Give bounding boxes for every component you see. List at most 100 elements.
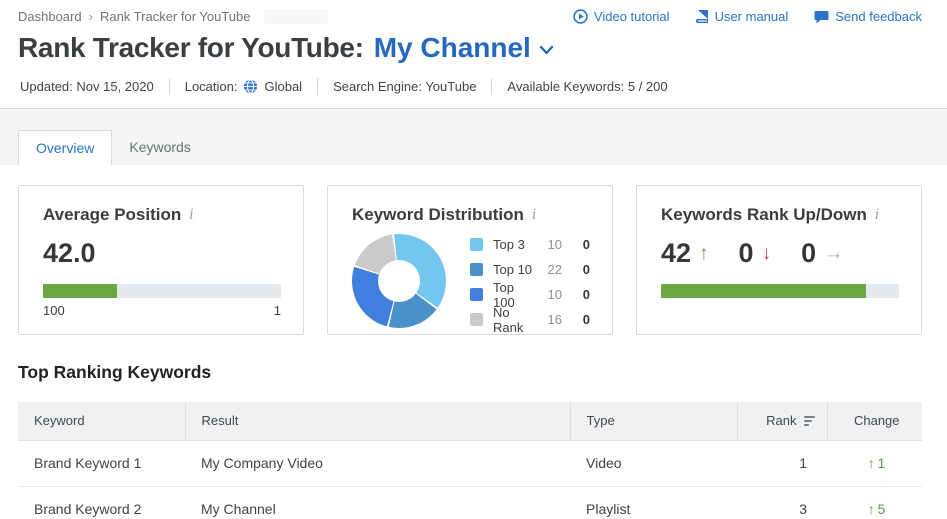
cell-keyword: Brand Keyword 2 xyxy=(18,486,185,519)
keyword-distribution-donut-chart[interactable] xyxy=(352,234,446,328)
average-position-bar-fill xyxy=(43,284,117,298)
cell-change: ↑ 1 xyxy=(827,440,922,486)
donut-legend: Top 3100Top 10220Top 100100No Rank160 xyxy=(470,232,590,332)
user-manual-link-label: User manual xyxy=(715,9,789,24)
table-body: Brand Keyword 1My Company VideoVideo 1↑ 1… xyxy=(18,440,922,519)
search-engine: Search Engine: YouTube xyxy=(333,79,476,94)
card-title: Keywords Rank Up/Down xyxy=(661,205,867,225)
column-header-type[interactable]: Type xyxy=(570,402,737,440)
average-position-value: 42.0 xyxy=(43,238,281,269)
globe-icon xyxy=(243,79,258,94)
card-title: Keyword Distribution xyxy=(352,205,524,225)
table-header-row: KeywordResultType Rank Change xyxy=(18,402,922,440)
right-arrow-icon: → xyxy=(824,243,843,265)
speech-bubble-icon xyxy=(814,10,829,24)
cell-result[interactable]: My Company Video xyxy=(185,440,570,486)
breadcrumb-item-rank-tracker-for-youtube[interactable]: Rank Tracker for YouTube xyxy=(100,9,251,24)
video-tutorial-link-label: Video tutorial xyxy=(594,9,670,24)
tab-keywords[interactable]: Keywords xyxy=(112,130,207,165)
legend-label: Top 3 xyxy=(493,237,536,252)
legend-swatch xyxy=(470,288,483,301)
info-icon[interactable]: i xyxy=(875,207,879,223)
channel-name: My Channel xyxy=(374,32,531,64)
info-icon[interactable]: i xyxy=(532,207,536,223)
legend-row-top-100[interactable]: Top 100100 xyxy=(470,282,590,307)
table-row[interactable]: Brand Keyword 2My ChannelPlaylist3↑ 5 xyxy=(18,486,922,519)
stat-value: 0 xyxy=(739,238,754,269)
cell-rank: 3 xyxy=(737,486,827,519)
play-circle-icon xyxy=(573,9,588,24)
average-position-bar xyxy=(43,284,281,298)
section-title: Top Ranking Keywords xyxy=(18,362,947,383)
legend-change-value: 0 xyxy=(578,312,590,327)
legend-change-value: 0 xyxy=(578,237,590,252)
column-header-change[interactable]: Change xyxy=(827,402,922,440)
info-icon[interactable]: i xyxy=(189,207,193,223)
cell-keyword: Brand Keyword 1 xyxy=(18,440,185,486)
video-tutorial-link[interactable]: Video tutorial xyxy=(573,9,670,24)
table-row[interactable]: Brand Keyword 1My Company VideoVideo 1↑ 1 xyxy=(18,440,922,486)
breadcrumb: Dashboard › Rank Tracker for YouTube xyxy=(18,9,328,24)
card-title: Average Position xyxy=(43,205,181,225)
legend-row-top-3[interactable]: Top 310 0 xyxy=(470,232,590,257)
scale-max: 1 xyxy=(274,303,281,318)
user-manual-link[interactable]: User manual xyxy=(696,9,789,24)
divider xyxy=(317,78,318,95)
column-header-keyword[interactable]: Keyword xyxy=(18,402,185,440)
summary-cards: Average Position i 42.0 100 1 Keyword Di… xyxy=(18,185,922,335)
title-row: Rank Tracker for YouTube: My Channel xyxy=(0,24,947,64)
legend-value: 10 xyxy=(536,237,562,252)
send-feedback-link[interactable]: Send feedback xyxy=(814,9,922,24)
stat-down: 0↓ xyxy=(739,238,772,269)
divider xyxy=(491,78,492,95)
cell-result[interactable]: My Channel xyxy=(185,486,570,519)
page-title: Rank Tracker for YouTube: xyxy=(18,32,364,64)
average-position-card: Average Position i 42.0 100 1 xyxy=(18,185,304,335)
up-arrow-icon: ↑ xyxy=(868,501,875,517)
book-icon xyxy=(696,9,709,24)
tab-overview[interactable]: Overview xyxy=(18,130,112,165)
cell-change: ↑ 5 xyxy=(827,486,922,519)
legend-swatch xyxy=(470,313,483,326)
meta-row: Updated: Nov 15, 2020 Location: Global S… xyxy=(0,64,947,95)
breadcrumb-separator: › xyxy=(89,9,93,24)
down-arrow-icon: ↓ xyxy=(762,243,772,265)
legend-change-value: 0 xyxy=(578,262,590,277)
legend-label: Top 10 xyxy=(493,262,536,277)
column-header-result[interactable]: Result xyxy=(185,402,570,440)
column-header-label: Rank xyxy=(766,413,796,428)
column-header-rank[interactable]: Rank xyxy=(737,402,827,440)
rank-change-stats: 42↑0↓0→ xyxy=(661,238,899,269)
legend-swatch xyxy=(470,238,483,251)
cell-type: Playlist xyxy=(570,486,737,519)
rank-header-inner: Rank xyxy=(766,413,814,428)
legend-value: 22 xyxy=(536,262,562,277)
legend-row-no-rank[interactable]: No Rank160 xyxy=(470,307,590,332)
updated-date: Updated: Nov 15, 2020 xyxy=(20,79,154,94)
stat-up: 42↑ xyxy=(661,238,709,269)
rank-tracker-page: Dashboard › Rank Tracker for YouTube Video… xyxy=(0,0,947,519)
send-feedback-link-label: Send feedback xyxy=(835,9,922,24)
legend-row-top-10[interactable]: Top 1022 0 xyxy=(470,257,590,282)
legend-swatch xyxy=(470,263,483,276)
up-arrow-icon: ↑ xyxy=(868,455,875,471)
breadcrumb-item-dashboard[interactable]: Dashboard xyxy=(18,9,82,24)
location-label: Location: xyxy=(185,79,238,94)
sort-icon xyxy=(804,416,815,426)
divider xyxy=(169,78,170,95)
cell-type: Video xyxy=(570,440,737,486)
stat-value: 42 xyxy=(661,238,691,269)
chevron-down-icon xyxy=(539,45,554,55)
keyword-distribution-card: Keyword Distribution i Top 310 0 Top 1022 0… xyxy=(327,185,613,335)
available-keywords: Available Keywords: 5 / 200 xyxy=(507,79,667,94)
change-value: 1 xyxy=(875,455,886,471)
location-item: Location: Global xyxy=(185,79,302,94)
stat-same: 0→ xyxy=(801,238,843,269)
location-value: Global xyxy=(264,79,302,94)
rank-up-down-bar-fill xyxy=(661,284,866,298)
rank-up-down-card: Keywords Rank Up/Down i 42↑0↓0→ xyxy=(636,185,922,335)
legend-change-value: 0 xyxy=(578,287,590,302)
channel-selector[interactable]: My Channel xyxy=(374,32,554,64)
rank-up-down-bar xyxy=(661,284,899,298)
breadcrumb-highlight xyxy=(264,9,328,24)
